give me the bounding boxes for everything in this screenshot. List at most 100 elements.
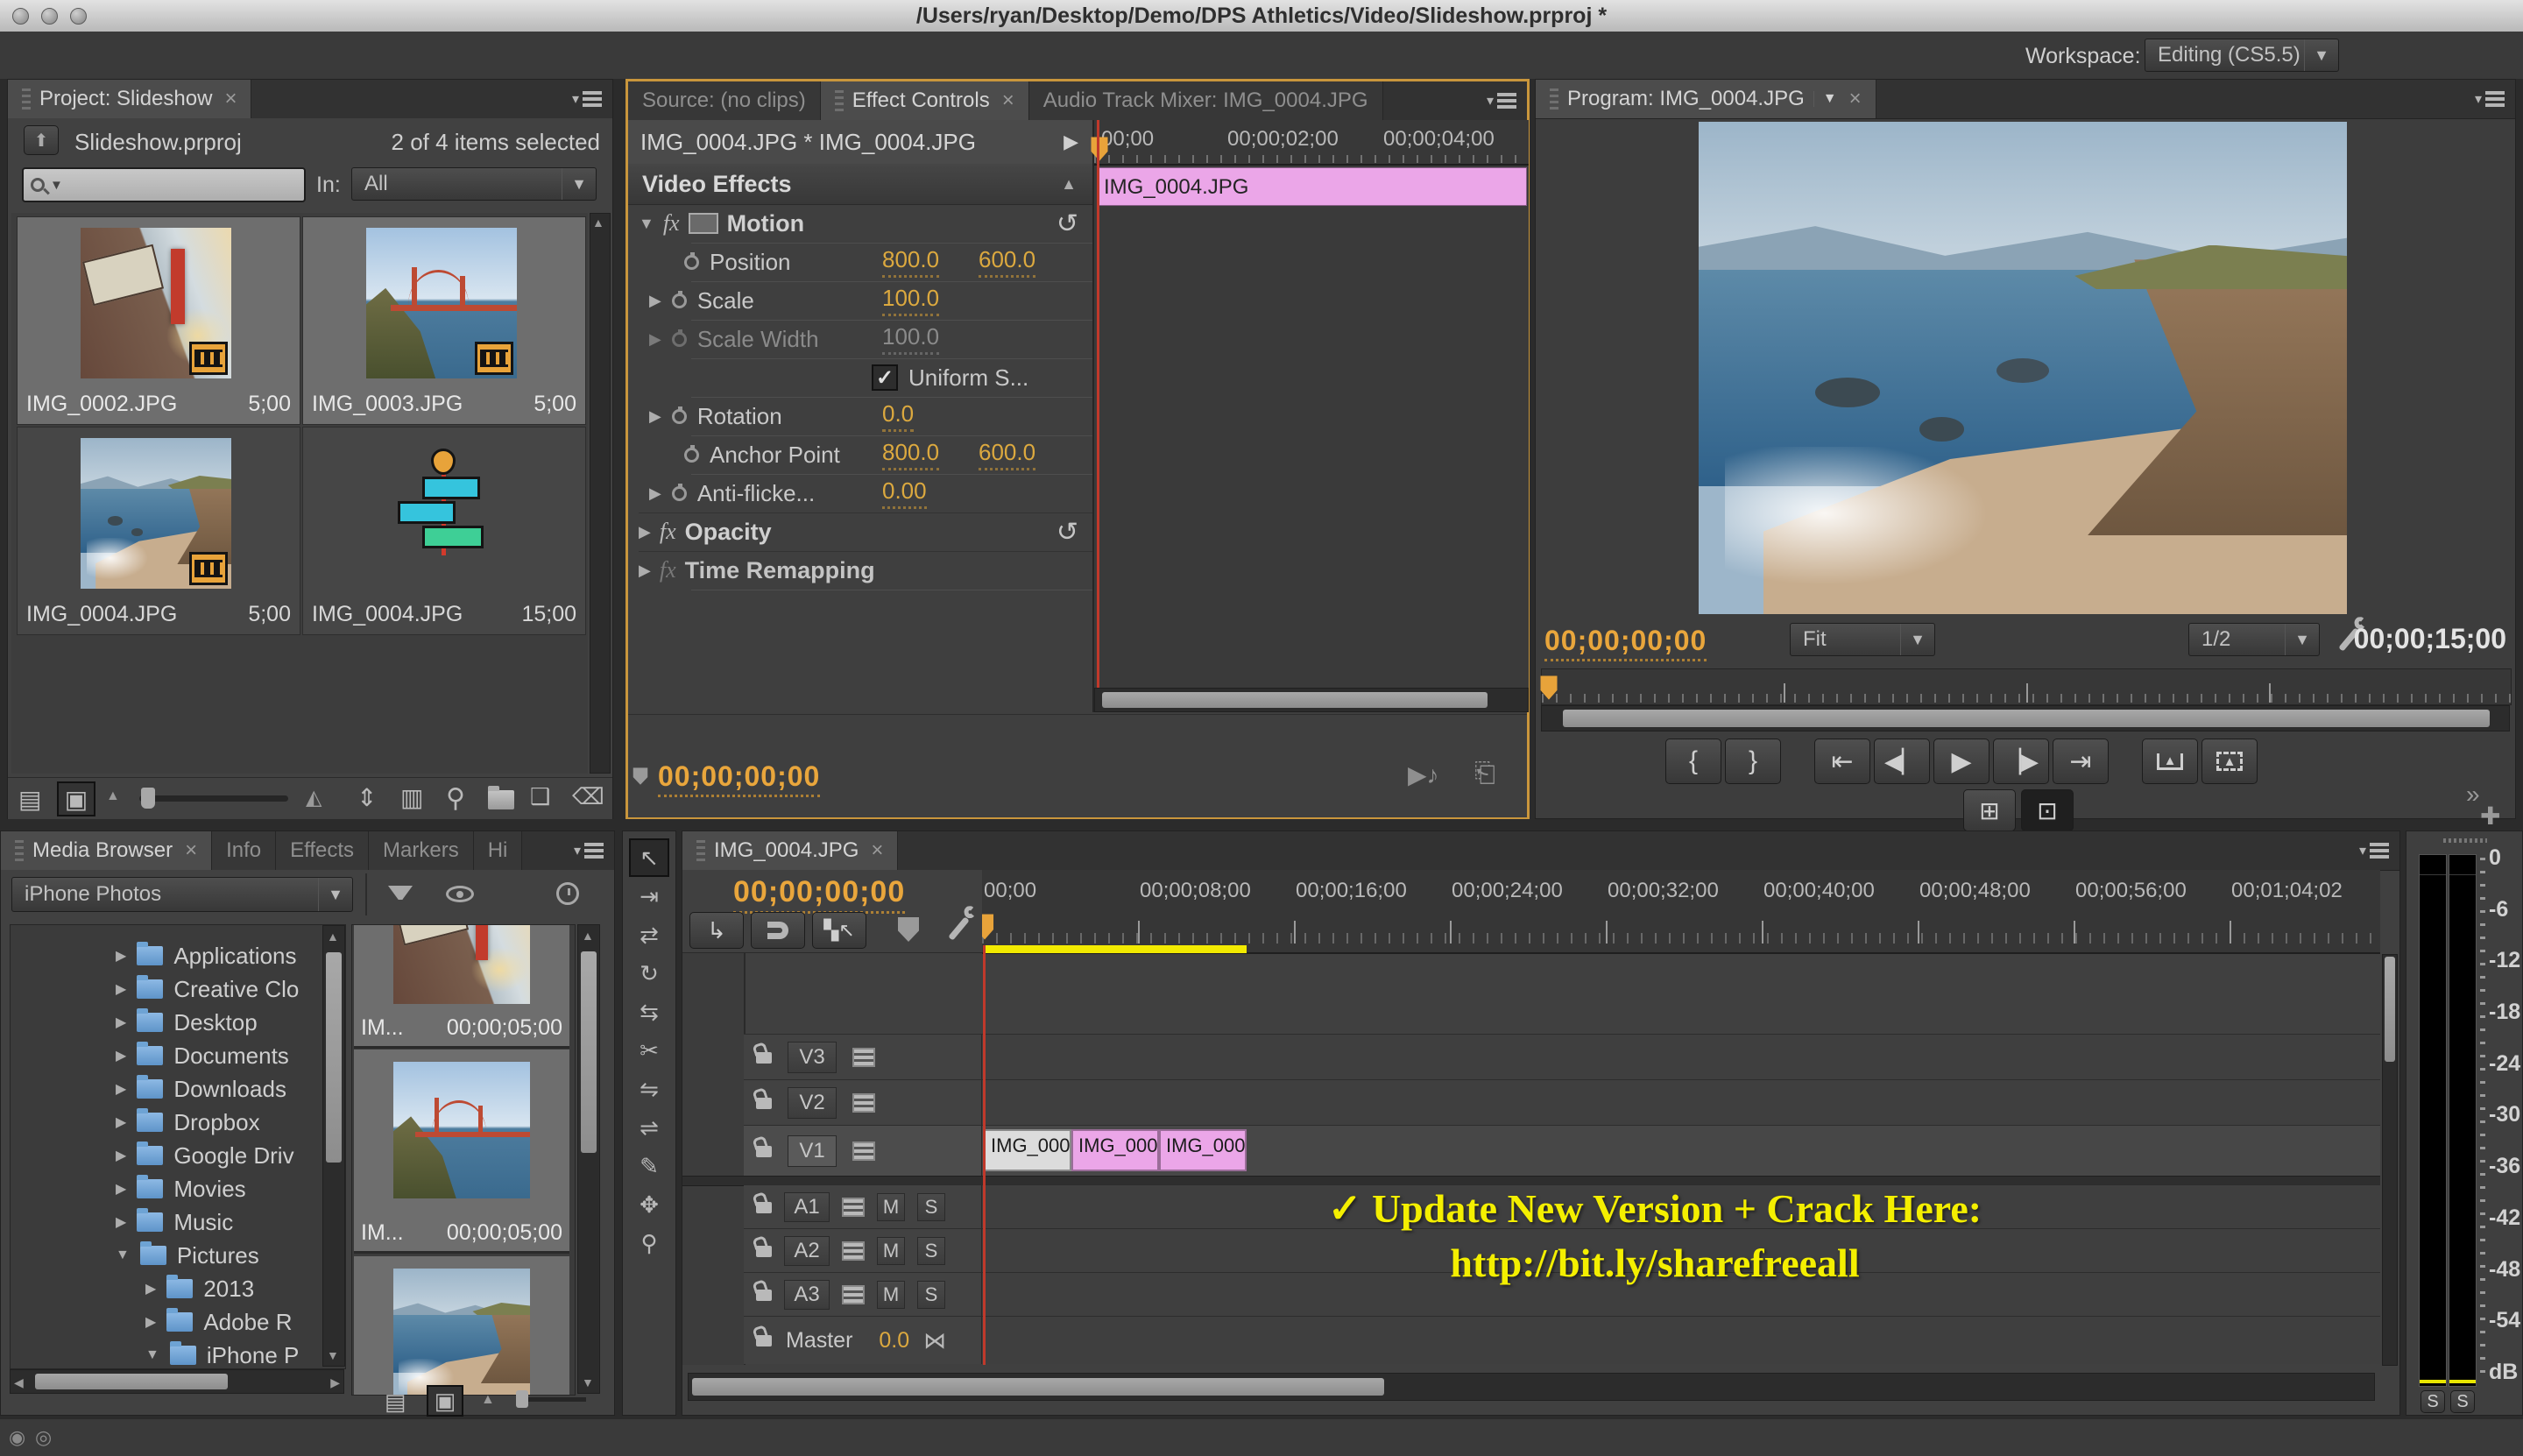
tree-item-2013[interactable]: ▶ 2013 bbox=[11, 1272, 345, 1305]
new-bin-icon[interactable] bbox=[488, 786, 514, 809]
tree-item-documents[interactable]: ▶ Documents bbox=[11, 1039, 345, 1072]
motion-effect-row[interactable]: ▼ fx Motion ↺ bbox=[628, 204, 1092, 243]
tree-item-music[interactable]: ▶ Music bbox=[11, 1205, 345, 1239]
timeline-clip-2[interactable]: IMG_0004.JPG bbox=[1071, 1129, 1159, 1171]
thumbnail-view-button[interactable]: ▣ bbox=[427, 1385, 463, 1417]
project-item[interactable]: IMG_0004.JPG 5;00 bbox=[17, 427, 300, 635]
in-dropdown[interactable]: All ▼ bbox=[351, 167, 597, 201]
track-lock-icon[interactable] bbox=[756, 1097, 772, 1109]
linked-selection-button[interactable]: ▚↖ bbox=[812, 912, 866, 949]
collapse-icon[interactable]: ▲ bbox=[1061, 175, 1092, 194]
twirl-closed-icon[interactable]: ▶ bbox=[145, 1313, 156, 1331]
track-a3-label[interactable]: A3 bbox=[784, 1280, 830, 1310]
project-item[interactable]: IMG_0002.JPG 5;00 bbox=[17, 216, 300, 425]
media-thumb-item[interactable] bbox=[354, 1256, 569, 1395]
mute-button[interactable]: M bbox=[877, 1237, 905, 1265]
solo-button[interactable]: S bbox=[917, 1237, 945, 1265]
mute-button[interactable]: M bbox=[877, 1281, 905, 1309]
tab-sequence[interactable]: IMG_0004.JPG × bbox=[682, 831, 899, 870]
timeline-clip-3[interactable]: IMG_0004.JPG bbox=[1159, 1129, 1247, 1171]
marker-icon[interactable] bbox=[633, 767, 648, 785]
close-window-icon[interactable] bbox=[12, 8, 29, 25]
lift-button[interactable]: ▲ bbox=[2142, 739, 2198, 784]
twirl-open-icon[interactable]: ▼ bbox=[628, 215, 654, 233]
go-to-in-button[interactable]: ⇤ bbox=[1814, 739, 1870, 784]
position-y-value[interactable]: 600.0 bbox=[979, 246, 1036, 278]
time-remapping-row[interactable]: ▶ fx Time Remapping bbox=[628, 551, 1092, 590]
list-view-button[interactable]: ▤ bbox=[18, 785, 41, 814]
timeline-timecode[interactable]: 00;00;00;00 bbox=[733, 875, 906, 914]
video-effects-header[interactable]: Video Effects ▲ bbox=[628, 164, 1092, 205]
tab-project[interactable]: Project: Slideshow × bbox=[8, 80, 252, 118]
track-output-icon[interactable] bbox=[842, 1241, 865, 1261]
tool-rate-stretch[interactable]: ⇆ bbox=[629, 993, 669, 1031]
twirl-open-icon[interactable]: ▼ bbox=[145, 1347, 159, 1363]
anchor-x-value[interactable]: 800.0 bbox=[882, 439, 940, 470]
chevron-down-icon[interactable]: ▼ bbox=[1813, 91, 1837, 107]
tree-item-pictures[interactable]: ▼ Pictures bbox=[11, 1239, 345, 1272]
extract-button[interactable]: ▲ bbox=[2201, 739, 2258, 784]
playback-resolution-dropdown[interactable]: 1/2 ▼ bbox=[2188, 623, 2320, 656]
track-lock-icon[interactable] bbox=[756, 1289, 772, 1301]
close-icon[interactable]: × bbox=[871, 838, 883, 863]
project-scrollbar[interactable]: ▲ bbox=[590, 213, 611, 774]
timeline-v-scrollbar[interactable] bbox=[2382, 954, 2398, 1366]
tree-item-dropbox[interactable]: ▶ Dropbox bbox=[11, 1106, 345, 1139]
twirl-closed-icon[interactable]: ▶ bbox=[628, 330, 661, 349]
thumb-size-slider[interactable] bbox=[516, 1390, 586, 1408]
zoom-out-icon[interactable]: ▲ bbox=[106, 788, 120, 804]
track-output-icon[interactable] bbox=[842, 1285, 865, 1304]
twirl-closed-icon[interactable]: ▶ bbox=[116, 1014, 126, 1031]
marker-icon[interactable] bbox=[898, 917, 919, 942]
tab-media-browser[interactable]: Media Browser × bbox=[1, 831, 213, 870]
more-controls-icon[interactable]: » bbox=[2466, 781, 2480, 809]
twirl-closed-icon[interactable]: ▶ bbox=[116, 947, 126, 965]
timeline-ruler[interactable]: 00;00 00;00;08;00 00;00;16;00 00;00;24;0… bbox=[982, 870, 2380, 954]
media-thumb-item[interactable]: IM... 00;00;05;00 bbox=[354, 1050, 569, 1254]
icon-view-button[interactable]: ▣ bbox=[57, 781, 95, 816]
tree-item-google-drive[interactable]: ▶ Google Driv bbox=[11, 1139, 345, 1172]
show-video-toggle-icon[interactable]: ▶ bbox=[1064, 131, 1092, 153]
track-v1-label[interactable]: V1 bbox=[788, 1135, 837, 1167]
track-v2-label[interactable]: V2 bbox=[788, 1087, 837, 1119]
track-lock-icon[interactable] bbox=[756, 1201, 772, 1213]
panel-menu-button[interactable]: ▾ bbox=[563, 831, 614, 870]
ecp-clip-bar[interactable]: IMG_0004.JPG bbox=[1098, 167, 1527, 206]
solo-right-button[interactable]: S bbox=[2450, 1390, 2475, 1413]
new-item-icon[interactable]: ❑ bbox=[530, 783, 550, 810]
tab-info[interactable]: Info bbox=[212, 831, 277, 870]
track-a1-label[interactable]: A1 bbox=[784, 1192, 830, 1222]
tree-item-desktop[interactable]: ▶ Desktop bbox=[11, 1006, 345, 1039]
zoom-out-icon[interactable]: ▲ bbox=[481, 1392, 495, 1408]
program-timecode[interactable]: 00;00;00;00 bbox=[1544, 625, 1707, 661]
step-back-button[interactable]: ◀▏ bbox=[1874, 739, 1930, 784]
tool-track-select[interactable]: ⇥ bbox=[629, 877, 669, 915]
go-to-out-button[interactable]: ⇥ bbox=[2053, 739, 2109, 784]
project-item[interactable]: IMG_0003.JPG 5;00 bbox=[302, 216, 586, 425]
stopwatch-icon[interactable] bbox=[671, 483, 687, 501]
twirl-closed-icon[interactable]: ▶ bbox=[628, 292, 661, 310]
rotation-value[interactable]: 0.0 bbox=[882, 400, 915, 432]
tool-slide[interactable]: ⇌ bbox=[629, 1108, 669, 1147]
zoom-window-icon[interactable] bbox=[70, 8, 87, 25]
twirl-closed-icon[interactable]: ▶ bbox=[116, 1047, 126, 1064]
opacity-effect-row[interactable]: ▶ fx Opacity ↺ bbox=[628, 512, 1092, 551]
scroll-up-icon[interactable]: ▲ bbox=[592, 216, 604, 230]
track-output-icon[interactable] bbox=[852, 1141, 875, 1161]
tool-zoom[interactable]: ⚲ bbox=[629, 1224, 669, 1262]
insert-sequence-button[interactable]: ↳ bbox=[689, 912, 744, 949]
twirl-open-icon[interactable]: ▼ bbox=[116, 1247, 130, 1263]
anti-flicker-value[interactable]: 0.00 bbox=[882, 477, 927, 509]
twirl-closed-icon[interactable]: ▶ bbox=[116, 1213, 126, 1231]
scroll-up-icon[interactable]: ▲ bbox=[582, 929, 594, 943]
reset-icon[interactable]: ↺ bbox=[1057, 517, 1092, 548]
panel-menu-button[interactable]: ▾ bbox=[2464, 80, 2515, 118]
close-icon[interactable]: × bbox=[1849, 87, 1862, 111]
close-icon[interactable]: × bbox=[1002, 88, 1014, 113]
filter-icon[interactable] bbox=[388, 886, 413, 900]
panel-menu-button[interactable]: ▾ bbox=[2349, 831, 2399, 870]
track-a2-label[interactable]: A2 bbox=[784, 1236, 830, 1266]
track-v3-label[interactable]: V3 bbox=[788, 1042, 837, 1073]
mute-button[interactable]: M bbox=[877, 1193, 905, 1221]
panel-menu-button[interactable]: ▾ bbox=[562, 80, 612, 118]
